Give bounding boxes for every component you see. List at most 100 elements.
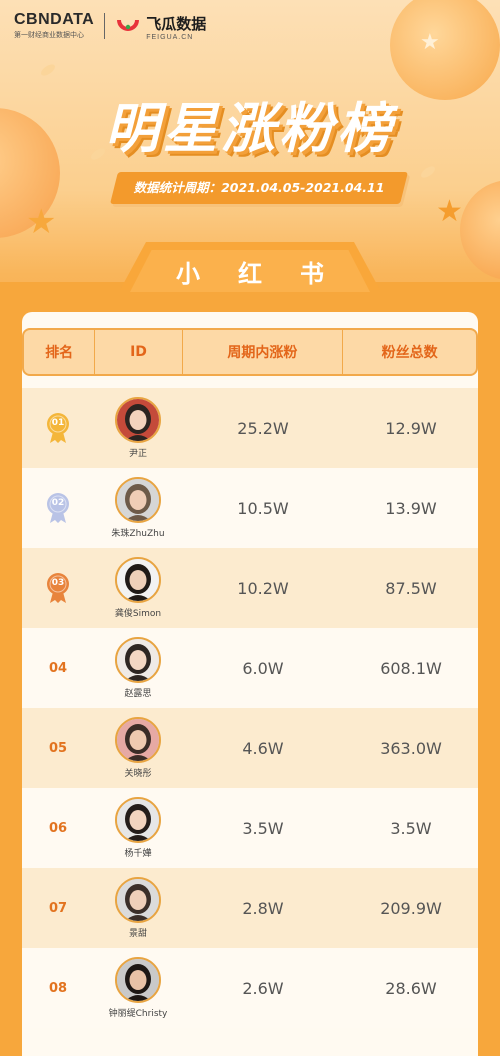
growth-value: 25.2W [237, 418, 289, 438]
header-id: ID [95, 330, 183, 374]
table-row: 08 钟丽缇Christy 2.6W 28.6W [22, 948, 478, 1028]
avatar[interactable] [115, 797, 161, 843]
total-cell: 28.6W [344, 948, 478, 1028]
total-value: 12.9W [385, 418, 437, 438]
total-value: 3.5W [390, 818, 432, 838]
rank-number: 05 [48, 740, 68, 756]
rank-cell: 01 [22, 388, 94, 468]
ranking-board: 排名 ID 周期内涨粉 粉丝总数 01 尹正 25.2W 12.9W 02 朱珠ZhuZh… [22, 312, 478, 1056]
feigua-mark-icon [115, 14, 141, 38]
growth-cell: 3.5W [182, 788, 344, 868]
cbndata-brand: CBNDATA [14, 11, 95, 28]
account-name: 尹正 [128, 449, 147, 459]
gold-medal-icon: 01 [45, 412, 71, 444]
total-cell: 363.0W [344, 708, 478, 788]
id-cell: 景甜 [94, 868, 182, 948]
total-cell: 608.1W [344, 628, 478, 708]
account-name: 景甜 [128, 929, 147, 939]
rank-number: 04 [48, 660, 68, 676]
account-name: 杨千嬅 [124, 849, 152, 859]
account-name: 赵露思 [124, 689, 152, 699]
leaf-decor [39, 62, 57, 78]
total-value: 363.0W [380, 738, 442, 758]
rank-cell: 05 [22, 708, 94, 788]
logo-divider [104, 12, 106, 39]
avatar[interactable] [115, 397, 161, 443]
total-value: 28.6W [385, 978, 437, 998]
avatar[interactable] [115, 957, 161, 1003]
page-title: 明星涨粉榜 [105, 97, 395, 160]
rank-number: 03 [51, 578, 65, 588]
cbndata-subtitle: 第一财经商业数据中心 [14, 31, 84, 39]
star-icon: ★ [436, 194, 463, 229]
rank-cell: 08 [22, 948, 94, 1028]
header-total: 粉丝总数 [381, 345, 438, 361]
total-value: 87.5W [385, 578, 437, 598]
table-row: 05 关晓彤 4.6W 363.0W [22, 708, 478, 788]
id-cell: 钟丽缇Christy [94, 948, 182, 1028]
table-row: 06 杨千嬅 3.5W 3.5W [22, 788, 478, 868]
growth-value: 4.6W [242, 738, 284, 758]
growth-cell: 2.6W [182, 948, 344, 1028]
growth-value: 6.0W [242, 658, 284, 678]
rank-cell: 04 [22, 628, 94, 708]
total-value: 13.9W [385, 498, 437, 518]
header-growth: 周期内涨粉 [183, 330, 344, 374]
growth-value: 3.5W [242, 818, 284, 838]
id-cell: 尹正 [94, 388, 182, 468]
feigua-name: 飞瓜数据 [146, 15, 207, 33]
leaf-decor [419, 164, 437, 180]
growth-cell: 25.2W [182, 388, 344, 468]
rank-cell: 07 [22, 868, 94, 948]
rank-cell: 03 [22, 548, 94, 628]
id-cell: 关晓彤 [94, 708, 182, 788]
rank-number: 07 [48, 900, 68, 916]
silver-medal-icon: 02 [45, 492, 71, 524]
table-row: 02 朱珠ZhuZhu 10.5W 13.9W [22, 468, 478, 548]
table-row: 04 赵露思 6.0W 608.1W [22, 628, 478, 708]
star-icon: ★ [26, 202, 57, 242]
growth-value: 10.5W [237, 498, 289, 518]
cbndata-logo: CBNDATA 第一财经商业数据中心 [14, 11, 94, 40]
growth-cell: 10.2W [182, 548, 344, 628]
decor-circle [460, 180, 500, 280]
total-cell: 13.9W [344, 468, 478, 548]
avatar[interactable] [115, 557, 161, 603]
growth-value: 10.2W [237, 578, 289, 598]
avatar[interactable] [115, 877, 161, 923]
table-header: 排名 ID 周期内涨粉 粉丝总数 [22, 328, 478, 376]
bronze-medal-icon: 03 [45, 572, 71, 604]
total-cell: 87.5W [344, 548, 478, 628]
account-name: 关晓彤 [124, 769, 152, 779]
rank-number: 08 [48, 980, 68, 996]
total-cell: 209.9W [344, 868, 478, 948]
growth-cell: 10.5W [182, 468, 344, 548]
total-cell: 12.9W [344, 388, 478, 468]
total-cell: 3.5W [344, 788, 478, 868]
id-cell: 朱珠ZhuZhu [94, 468, 182, 548]
growth-cell: 6.0W [182, 628, 344, 708]
total-value: 608.1W [380, 658, 442, 678]
period-text: 数据统计周期：2021.04.05-2021.04.11 [133, 180, 385, 195]
feigua-url: FEIGUA.CN [146, 34, 194, 41]
platform-tab-label: 小红书 [176, 260, 362, 288]
feigua-logo: 飞瓜数据 FEIGUA.CN [115, 10, 206, 41]
id-cell: 龚俊Simon [94, 548, 182, 628]
header-rank: 排名 [24, 330, 96, 374]
star-icon: ★ [420, 30, 440, 55]
total-value: 209.9W [380, 898, 442, 918]
avatar[interactable] [115, 477, 161, 523]
table-row: 01 尹正 25.2W 12.9W [22, 388, 478, 468]
avatar[interactable] [115, 637, 161, 683]
id-cell: 杨千嬅 [94, 788, 182, 868]
table-row: 03 龚俊Simon 10.2W 87.5W [22, 548, 478, 628]
rank-cell: 02 [22, 468, 94, 548]
account-name: 钟丽缇Christy [108, 1009, 168, 1019]
avatar[interactable] [115, 717, 161, 763]
poster: ★ ★ ★ CBNDATA 第一财经商业数据中心 飞瓜数据 FEIGUA.CN … [0, 0, 500, 1056]
logo-bar: CBNDATA 第一财经商业数据中心 飞瓜数据 FEIGUA.CN [14, 10, 206, 41]
id-cell: 赵露思 [94, 628, 182, 708]
rank-number: 06 [48, 820, 68, 836]
growth-cell: 2.8W [182, 868, 344, 948]
account-name: 龚俊Simon [114, 609, 162, 619]
